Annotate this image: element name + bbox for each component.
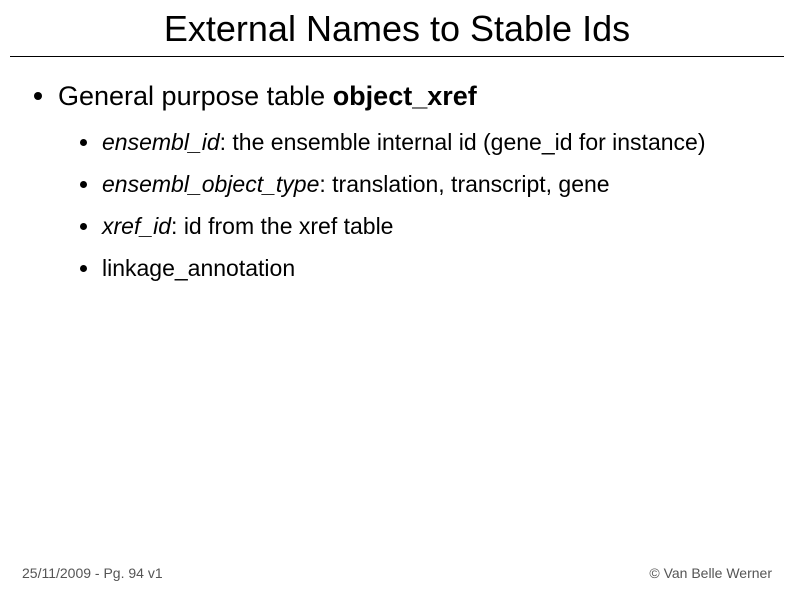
- term: ensembl_object_type: [102, 171, 319, 197]
- intro-text: General purpose table: [58, 81, 333, 111]
- list-item: xref_id: id from the xref table: [58, 212, 774, 242]
- bullet-list-level1: General purpose table object_xref ensemb…: [20, 79, 774, 284]
- desc: linkage_annotation: [102, 255, 295, 281]
- footer-right: © Van Belle Werner: [649, 565, 772, 581]
- desc: : the ensemble internal id (gene_id for …: [220, 129, 706, 155]
- slide: External Names to Stable Ids General pur…: [0, 0, 794, 595]
- slide-title: External Names to Stable Ids: [10, 0, 784, 57]
- intro-bold: object_xref: [333, 81, 477, 111]
- list-item: ensembl_object_type: translation, transc…: [58, 170, 774, 200]
- term: ensembl_id: [102, 129, 220, 155]
- desc: : translation, transcript, gene: [319, 171, 609, 197]
- list-item: General purpose table object_xref ensemb…: [20, 79, 774, 284]
- list-item: linkage_annotation: [58, 254, 774, 284]
- footer-left: 25/11/2009 - Pg. 94 v1: [22, 565, 163, 581]
- slide-content: General purpose table object_xref ensemb…: [0, 57, 794, 284]
- term: xref_id: [102, 213, 171, 239]
- bullet-list-level2: ensembl_id: the ensemble internal id (ge…: [58, 128, 774, 284]
- desc: : id from the xref table: [171, 213, 393, 239]
- list-item: ensembl_id: the ensemble internal id (ge…: [58, 128, 774, 158]
